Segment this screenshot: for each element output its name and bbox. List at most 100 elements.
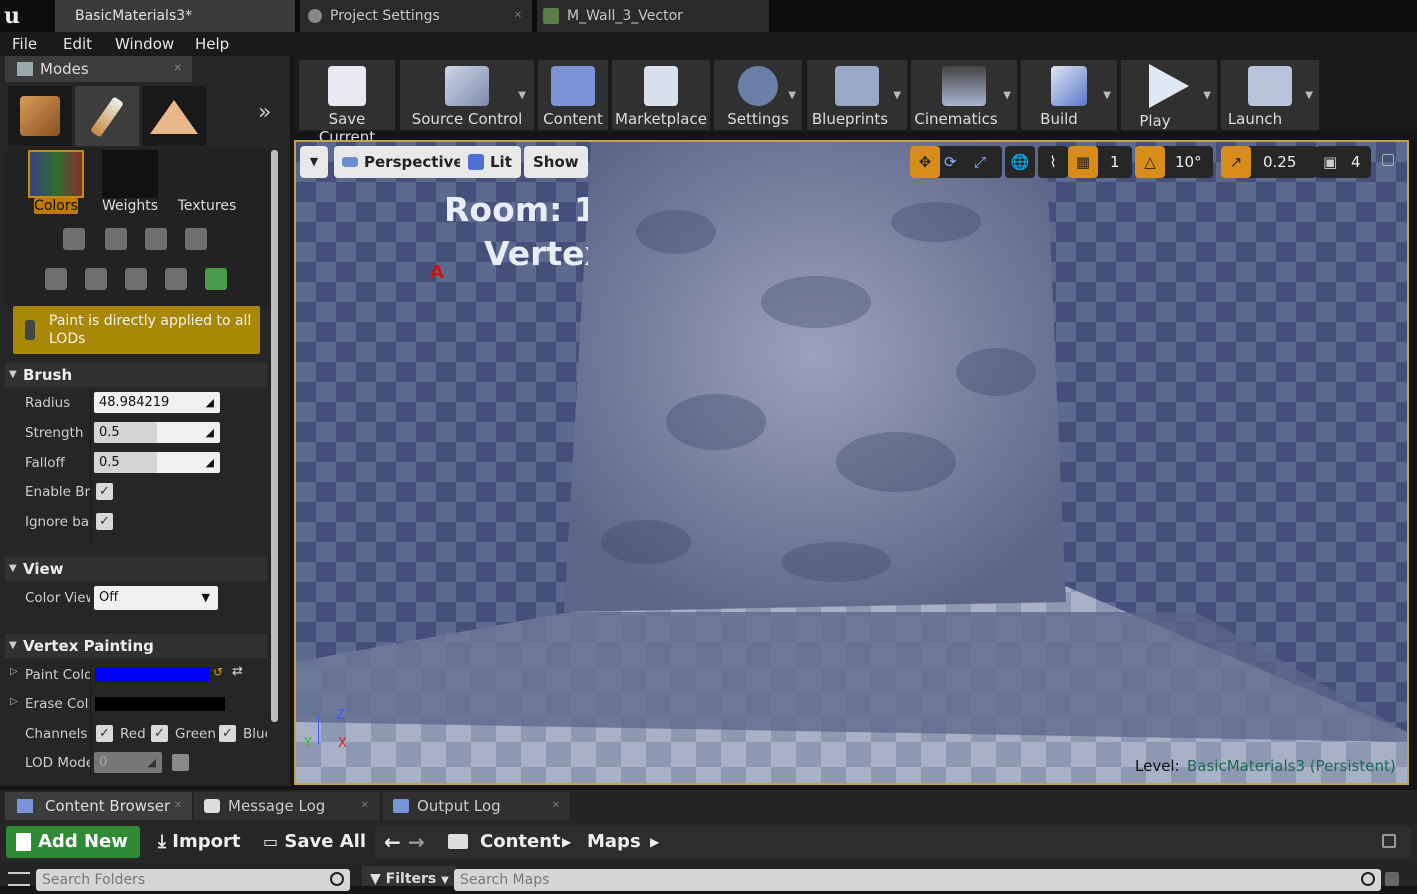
menu-help[interactable]: Help [195,32,229,56]
content-button[interactable]: Content [538,60,608,130]
fill-icon[interactable] [145,228,167,250]
chevron-down-icon[interactable]: ▼ [1203,90,1211,101]
swap-icon[interactable]: ⇄ [232,664,243,679]
camera-speed[interactable]: ▣ 4 [1315,146,1371,178]
panel-scrollbar[interactable] [271,150,278,722]
import-button[interactable]: ⤓ Import [158,826,240,858]
lod-input[interactable]: 0 ◢ [94,752,162,773]
chevron-down-icon[interactable]: ▼ [1305,90,1313,101]
paint-icon[interactable] [63,228,85,250]
copy-icon[interactable] [45,268,67,290]
viewport-options-button[interactable]: ▼ [300,146,328,178]
paint-mode-button[interactable] [75,86,139,146]
ignore-backface-checkbox[interactable]: ✓ [96,513,113,530]
remove-icon[interactable] [125,268,147,290]
cinematics-button[interactable]: Cinematics ▼ [911,60,1017,130]
chevron-down-icon[interactable]: ▼ [893,90,901,101]
save-search-icon[interactable] [1385,872,1399,886]
expand-arrow-icon[interactable]: ▷ [10,696,18,707]
color-view-dropdown[interactable]: Off ▼ [94,586,218,610]
save-instance-icon[interactable] [185,228,207,250]
chevron-down-icon[interactable]: ▼ [788,90,796,101]
expand-arrow-icon[interactable]: ▷ [10,666,18,677]
tab-project-settings[interactable]: Project Settings ✕ [300,0,532,32]
channel-green-checkbox[interactable]: ✓ [151,725,168,742]
breadcrumb-content[interactable]: Content [480,826,561,858]
sources-toggle-icon[interactable] [8,872,30,886]
vertex-painting-section-header[interactable]: ▼ Vertex Painting [5,634,267,658]
radius-input[interactable]: 48.984219 ◢ [94,392,220,413]
expand-icon[interactable]: ◢ [206,422,214,443]
unreal-logo-icon[interactable]: u [4,3,32,29]
close-icon[interactable]: ✕ [174,792,182,820]
blueprints-button[interactable]: Blueprints ▼ [807,60,907,130]
scale-snap-icon[interactable]: ↗ [1221,146,1251,178]
paint-color-swatch[interactable] [95,667,210,682]
place-mode-button[interactable] [8,86,72,146]
tab-m-wall-3-vector[interactable]: M_Wall_3_Vector [537,0,769,32]
chevron-down-icon[interactable]: ▼ [1003,90,1011,101]
filters-button[interactable]: ▼ Filters ▼ [362,866,457,887]
channel-red-checkbox[interactable]: ✓ [96,725,113,742]
propagate-icon[interactable] [205,268,227,290]
close-icon[interactable]: ✕ [361,792,369,820]
strength-slider[interactable]: 0.5 ◢ [94,422,220,443]
rotate-icon[interactable]: ⟳ [944,146,957,178]
fix-icon[interactable] [165,268,187,290]
world-local-button[interactable]: 🌐 [1005,146,1035,178]
menu-window[interactable]: Window [115,32,174,56]
landscape-mode-button[interactable] [142,86,206,146]
forward-arrow-icon[interactable]: → [408,826,425,858]
angle-icon[interactable]: △ [1135,146,1165,178]
falloff-slider[interactable]: 0.5 ◢ [94,452,220,473]
translate-icon[interactable]: ✥ [910,146,940,178]
modes-tab[interactable]: Modes ✕ [5,56,192,82]
expand-icon[interactable]: ◢ [206,392,214,413]
tab-message-log[interactable]: Message Log ✕ [194,792,379,820]
scale-icon[interactable]: ⤢ [974,146,986,178]
search-folders-input[interactable]: Search Folders [36,869,350,891]
maximize-viewport-icon[interactable] [1382,154,1394,166]
colors-tool-button[interactable]: Colors [26,150,86,214]
grid-snap-value[interactable]: 1 [1110,146,1120,178]
lit-button[interactable]: Lit [460,146,521,178]
tab-basicmaterials3[interactable]: BasicMaterials3* [55,0,295,32]
breadcrumb-maps[interactable]: Maps [587,826,641,858]
erase-icon[interactable] [105,228,127,250]
launch-button[interactable]: Launch ▼ [1221,60,1319,130]
view-section-header[interactable]: ▼ View [5,557,267,581]
save-current-button[interactable]: Save Current [299,60,395,146]
save-all-button[interactable]: ▭ Save All [263,826,366,858]
lock-icon[interactable] [1382,834,1396,848]
back-arrow-icon[interactable]: ← [384,826,401,858]
close-icon[interactable]: ✕ [514,0,522,32]
menu-file[interactable]: File [12,32,37,56]
paste-icon[interactable] [85,268,107,290]
erase-color-swatch[interactable] [95,697,225,711]
source-control-button[interactable]: Source Control ▼ [400,60,534,130]
tab-content-browser[interactable]: Content Browser ✕ [5,792,192,820]
channel-blue-checkbox[interactable]: ✓ [219,725,236,742]
expand-icon[interactable]: ◢ [148,752,156,773]
add-new-button[interactable]: Add New ▼ [6,826,140,882]
enable-brush-checkbox[interactable]: ✓ [96,483,113,500]
tab-output-log[interactable]: Output Log ✕ [383,792,570,820]
scale-snap-value[interactable]: 0.25 [1263,146,1296,178]
viewport-scene[interactable] [296,142,1407,783]
textures-tool-button[interactable]: Textures [177,150,237,214]
menu-edit[interactable]: Edit [63,32,92,56]
settings-button[interactable]: Settings ▼ [714,60,802,130]
surface-snap-button[interactable]: ⌇ [1038,146,1068,178]
perspective-button[interactable]: Perspective [334,146,473,178]
lod-checkbox[interactable] [172,754,189,771]
close-icon[interactable]: ✕ [552,792,560,820]
more-modes-chevron-icon[interactable]: » [258,100,271,125]
rotation-snap-value[interactable]: 10° [1175,146,1202,178]
weights-tool-button[interactable]: Weights [100,150,160,214]
expand-icon[interactable]: ◢ [206,452,214,473]
level-viewport[interactable]: Room: 1 Vertex A Z Y X Level: BasicMater… [294,140,1409,785]
chevron-down-icon[interactable]: ▼ [518,90,526,101]
search-maps-input[interactable]: Search Maps [454,869,1381,891]
chevron-down-icon[interactable]: ▼ [1103,90,1111,101]
close-icon[interactable]: ✕ [174,56,182,82]
